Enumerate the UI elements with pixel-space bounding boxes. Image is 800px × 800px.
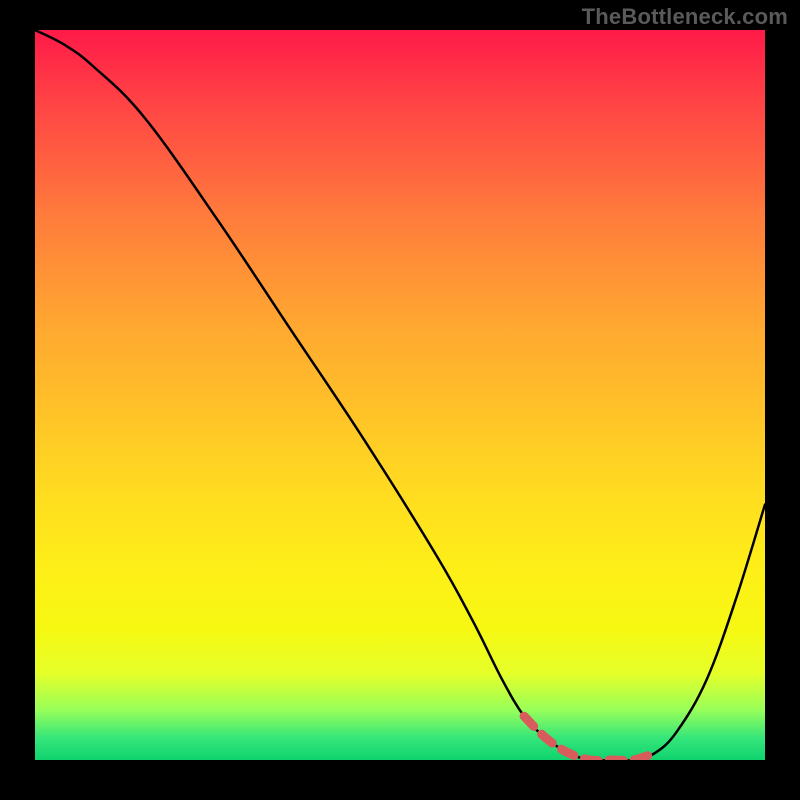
bottleneck-curve [35,30,765,760]
curve-svg [35,30,765,760]
chart-container: TheBottleneck.com [0,0,800,800]
plot-area [35,30,765,760]
optimal-marker [524,716,655,760]
watermark-text: TheBottleneck.com [582,4,788,30]
